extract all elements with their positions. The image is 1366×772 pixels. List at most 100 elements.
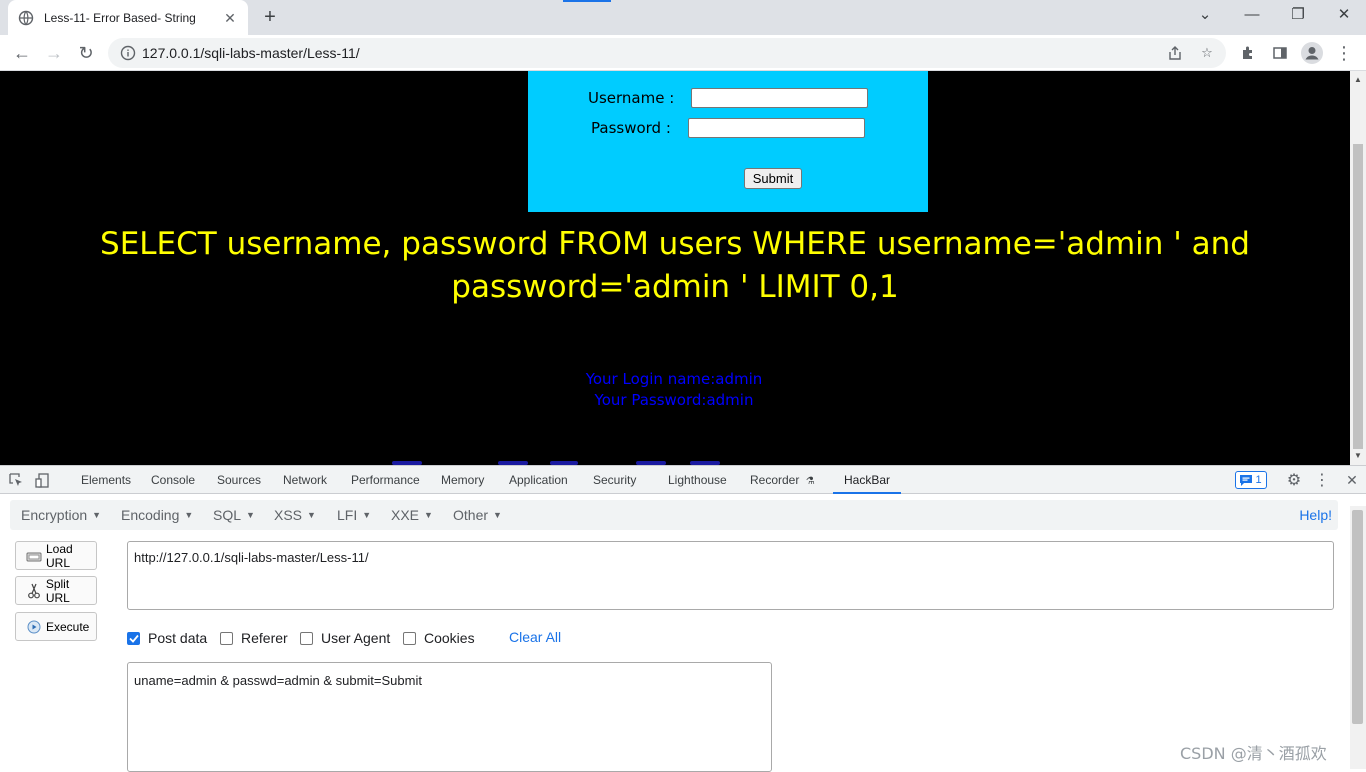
inspect-element-icon[interactable] — [7, 471, 25, 489]
back-icon[interactable]: ← — [10, 41, 34, 65]
login-form: Username : Password : Submit — [528, 71, 928, 212]
cookies-option[interactable]: Cookies — [403, 630, 475, 646]
site-info-icon[interactable] — [120, 45, 136, 61]
menu-lfi-label: LFI — [337, 507, 358, 523]
tab-elements[interactable]: Elements — [81, 466, 131, 494]
device-toolbar-icon[interactable] — [33, 471, 51, 489]
tab-security[interactable]: Security — [593, 466, 636, 494]
load-url-icon — [26, 548, 42, 564]
tab-memory[interactable]: Memory — [441, 466, 484, 494]
url-textarea[interactable]: http://127.0.0.1/sqli-labs-master/Less-1… — [127, 541, 1334, 610]
load-url-label: Load URL — [46, 541, 73, 570]
caret-down-icon: ▼ — [362, 510, 372, 520]
username-label: Username : — [588, 89, 675, 107]
share-icon[interactable] — [1164, 38, 1186, 68]
minimize-icon[interactable]: — — [1238, 4, 1266, 26]
tab-lighthouse[interactable]: Lighthouse — [668, 466, 727, 494]
tab-strip-accent — [563, 0, 611, 2]
referer-option[interactable]: Referer — [220, 630, 288, 646]
play-icon — [26, 619, 42, 635]
browser-toolbar: ← → ↻ 127.0.0.1/sqli-labs-master/Less-11… — [0, 35, 1366, 71]
split-url-button[interactable]: Split URL — [15, 576, 97, 605]
scroll-up-arrow-icon[interactable]: ▲ — [1353, 75, 1363, 84]
tab-sources[interactable]: Sources — [217, 466, 261, 494]
bookmark-star-icon[interactable]: ☆ — [1196, 38, 1218, 68]
new-tab-icon[interactable]: + — [258, 6, 282, 30]
settings-gear-icon[interactable]: ⚙ — [1285, 471, 1303, 489]
issues-badge[interactable]: 1 — [1235, 471, 1267, 489]
sql-query-text: SELECT username, password FROM users WHE… — [90, 223, 1260, 309]
cookies-checkbox[interactable] — [403, 631, 416, 645]
login-password-result: Your Password:admin — [594, 391, 754, 409]
login-name-result: Your Login name:admin — [585, 370, 763, 388]
clear-all-link[interactable]: Clear All — [509, 629, 561, 645]
scroll-down-arrow-icon[interactable]: ▼ — [1353, 451, 1363, 460]
tab-performance[interactable]: Performance — [351, 466, 420, 494]
load-url-button[interactable]: Load URL — [15, 541, 97, 570]
tab-application[interactable]: Application — [509, 466, 568, 494]
post-data-textarea[interactable]: uname=admin & passwd=admin & submit=Subm… — [127, 662, 772, 772]
globe-icon — [18, 10, 34, 26]
execute-button[interactable]: Execute — [15, 612, 97, 641]
username-input[interactable] — [691, 88, 868, 108]
user-agent-label: User Agent — [321, 630, 391, 646]
page-scrollbar-thumb[interactable] — [1353, 144, 1363, 449]
referer-checkbox[interactable] — [220, 631, 233, 645]
reload-icon[interactable]: ↻ — [74, 41, 98, 65]
user-agent-option[interactable]: User Agent — [300, 630, 390, 646]
tab-console[interactable]: Console — [151, 466, 195, 494]
hackbar-menu: Encryption ▼ Encoding ▼ SQL ▼ XSS ▼ LFI ▼ XXE… — [10, 500, 1338, 530]
menu-sql-label: SQL — [213, 507, 242, 523]
forward-icon[interactable]: → — [42, 41, 66, 65]
password-input[interactable] — [688, 118, 865, 138]
flask-icon: ⚗ — [805, 476, 815, 487]
close-devtools-icon[interactable]: ✕ — [1343, 471, 1361, 489]
sql-query-line-1: SELECT username, password FROM users WHE… — [100, 226, 1250, 262]
password-label: Password : — [591, 119, 671, 137]
post-data-checkbox[interactable] — [127, 631, 140, 645]
devtools-scrollbar-thumb[interactable] — [1352, 510, 1363, 724]
menu-sql[interactable]: SQL ▼ — [213, 500, 255, 530]
checkmark-icon — [128, 634, 139, 643]
profile-avatar-icon[interactable] — [1300, 41, 1324, 65]
tab-recorder[interactable]: Recorder ⚗ — [750, 466, 815, 494]
submit-button[interactable]: Submit — [744, 168, 802, 189]
menu-lfi[interactable]: LFI ▼ — [337, 500, 371, 530]
menu-encoding[interactable]: Encoding ▼ — [121, 500, 193, 530]
user-agent-checkbox[interactable] — [300, 631, 313, 645]
devtools-scrollbar[interactable] — [1350, 506, 1366, 769]
more-options-icon[interactable]: ⋮ — [1313, 471, 1331, 489]
post-data-option[interactable]: Post data — [127, 630, 207, 646]
menu-xss-label: XSS — [274, 507, 303, 523]
caret-down-icon: ▼ — [493, 510, 502, 520]
tab-network[interactable]: Network — [283, 466, 327, 494]
menu-other-label: Other — [453, 507, 489, 523]
chrome-menu-icon[interactable]: ⋮ — [1332, 41, 1356, 65]
message-icon — [1240, 474, 1253, 486]
tab-hackbar[interactable]: HackBar — [833, 466, 902, 494]
menu-encryption[interactable]: Encryption ▼ — [21, 500, 101, 530]
menu-xxe[interactable]: XXE ▼ — [391, 500, 433, 530]
sql-query-line-2: password='admin ' LIMIT 0,1 — [451, 269, 899, 305]
issues-count: 1 — [1255, 474, 1262, 486]
menu-encryption-label: Encryption — [21, 507, 88, 523]
caret-down-icon: ▼ — [424, 510, 433, 520]
menu-other[interactable]: Other ▼ — [453, 500, 502, 530]
extensions-icon[interactable] — [1236, 41, 1260, 65]
help-link[interactable]: Help! — [1299, 500, 1332, 530]
close-window-icon[interactable]: ✕ — [1330, 4, 1358, 26]
cookies-label: Cookies — [424, 630, 475, 646]
restore-icon[interactable]: ❐ — [1284, 4, 1312, 26]
close-tab-icon[interactable]: ✕ — [222, 10, 238, 26]
side-panel-icon[interactable] — [1268, 41, 1292, 65]
browser-tab[interactable]: Less-11- Error Based- String ✕ — [8, 0, 248, 35]
caret-down-icon: ▼ — [92, 510, 102, 520]
tab-strip: Less-11- Error Based- String ✕ + ⌄ — ❐ ✕ — [0, 0, 1366, 35]
url-text: 127.0.0.1/sqli-labs-master/Less-11/ — [142, 45, 360, 61]
menu-xss[interactable]: XSS ▼ — [274, 500, 316, 530]
address-bar[interactable]: 127.0.0.1/sqli-labs-master/Less-11/ ☆ — [108, 38, 1226, 68]
tab-search-icon[interactable]: ⌄ — [1191, 4, 1219, 26]
menu-encoding-label: Encoding — [121, 507, 180, 523]
page-scrollbar[interactable]: ▲ ▼ — [1350, 71, 1366, 465]
devtools-panel: Elements Console Sources Network Perform… — [0, 465, 1366, 772]
